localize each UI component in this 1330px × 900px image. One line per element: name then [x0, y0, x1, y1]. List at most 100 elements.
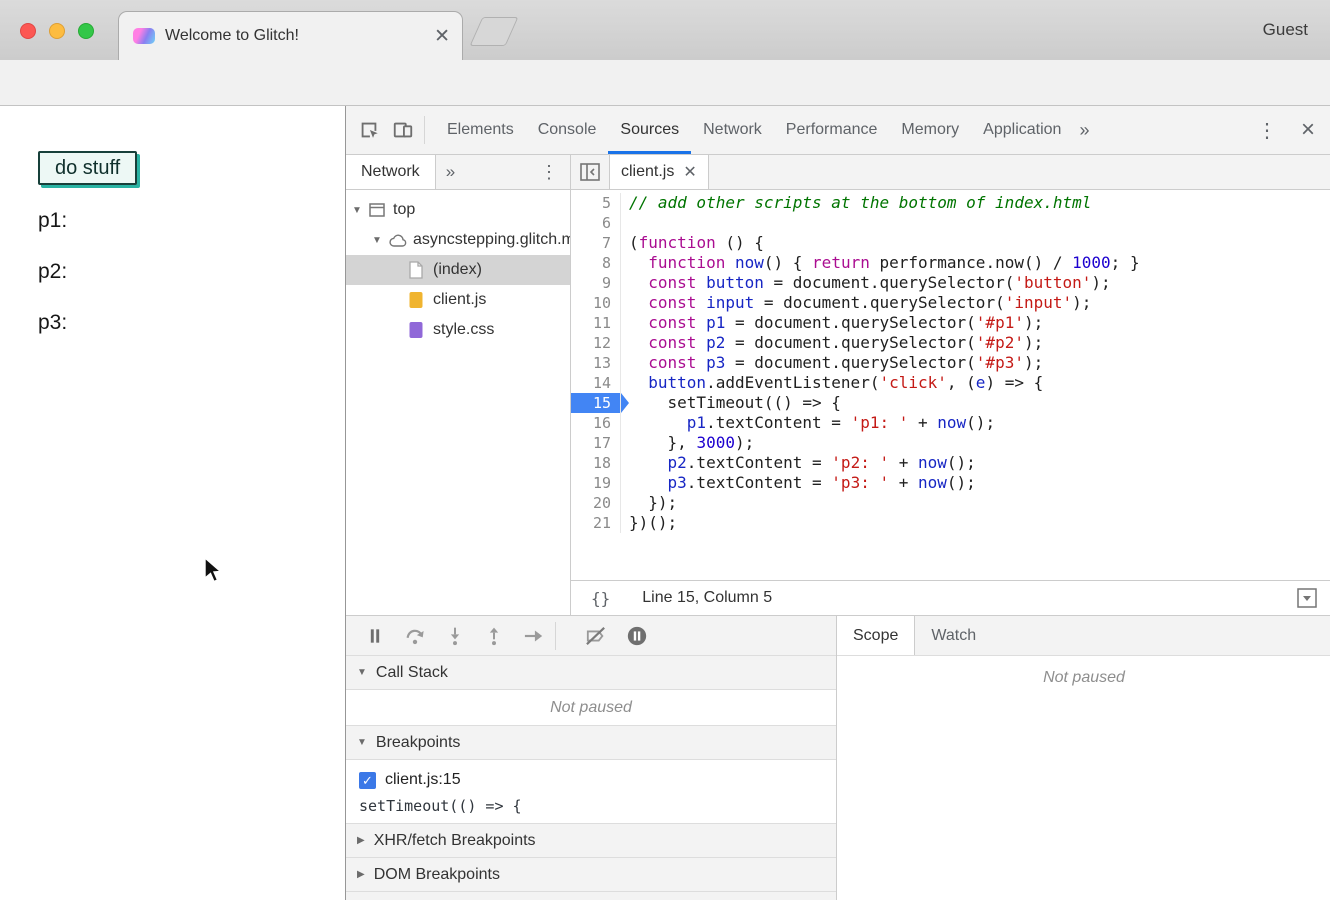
pretty-print-icon[interactable]: {}	[591, 589, 610, 608]
do-stuff-button[interactable]: do stuff	[38, 151, 137, 185]
code-line-row: 8 function now() { return performance.no…	[571, 253, 1330, 273]
breakpoint-checkbox[interactable]: ✓	[359, 772, 376, 789]
tree-item-label: asyncstepping.glitch.me	[413, 231, 570, 249]
zoom-window-button[interactable]	[78, 23, 94, 39]
deactivate-breakpoints-icon[interactable]	[585, 626, 607, 646]
gutter-line-number[interactable]: 18	[571, 453, 621, 473]
gutter-line-number[interactable]: 13	[571, 353, 621, 373]
devtools-tab-memory[interactable]: Memory	[889, 106, 971, 154]
section-header-global-listeners[interactable]: ▶Global Listeners	[346, 892, 836, 900]
devtools-tab-elements[interactable]: Elements	[435, 106, 526, 154]
glitch-favicon	[133, 28, 155, 44]
gutter-line-number[interactable]: 16	[571, 413, 621, 433]
devtools-tab-console[interactable]: Console	[526, 106, 609, 154]
scope-tabbar: ScopeWatch	[837, 616, 1330, 656]
scope-sidebar: ScopeWatch Not paused	[836, 615, 1330, 900]
section-header-call-stack[interactable]: ▼ Call Stack	[346, 656, 836, 690]
devtools-panel: ElementsConsoleSourcesNetworkPerformance…	[345, 106, 1330, 900]
toggle-navigator-icon[interactable]	[580, 163, 600, 181]
step-out-icon[interactable]	[484, 625, 504, 647]
close-window-button[interactable]	[20, 23, 36, 39]
chevron-down-icon: ▼	[357, 737, 367, 748]
debugger-sidebar: ▼ Call Stack Not paused ▼ Breakpoints ✓ …	[346, 615, 836, 900]
profile-label[interactable]: Guest	[1263, 20, 1308, 40]
devtools-tab-network[interactable]: Network	[691, 106, 774, 154]
gutter-line-number[interactable]: 20	[571, 493, 621, 513]
debugger-toolbar	[346, 616, 836, 656]
code-line-text: const p1 = document.querySelector('#p1')…	[621, 313, 1043, 333]
checkmark-icon: ✓	[362, 774, 373, 787]
sidebar-tab-scope[interactable]: Scope	[837, 616, 915, 655]
gutter-line-number[interactable]: 11	[571, 313, 621, 333]
tree-item-asyncstepping-glitch-me[interactable]: ▼asyncstepping.glitch.me	[346, 225, 570, 255]
devtools-tab-application[interactable]: Application	[971, 106, 1073, 154]
sources-navigator-pane: Network » ⋮ ▼top▼asyncstepping.glitch.me…	[346, 155, 571, 615]
pause-script-icon[interactable]	[365, 626, 385, 646]
code-line-text: });	[621, 493, 677, 513]
tree-item-index[interactable]: (index)	[346, 255, 570, 285]
gutter-line-number[interactable]: 10	[571, 293, 621, 313]
editor-tab-close-icon[interactable]: ✕	[683, 162, 696, 182]
tree-item-top[interactable]: ▼top	[346, 195, 570, 225]
tree-item-client-js[interactable]: client.js	[346, 285, 570, 315]
devtools-tab-sources[interactable]: Sources	[608, 106, 691, 154]
debugger-toolbar-separator	[555, 622, 556, 650]
script-icon	[409, 291, 431, 309]
code-line-text: })();	[621, 513, 677, 533]
sidebar-tab-watch[interactable]: Watch	[915, 616, 992, 655]
call-stack-label: Call Stack	[376, 664, 448, 682]
gutter-line-number[interactable]: 14	[571, 373, 621, 393]
breakpoint-marker[interactable]: 15	[571, 393, 621, 413]
code-line-text: }, 3000);	[621, 433, 754, 453]
code-line-text: const input = document.querySelector('in…	[621, 293, 1091, 313]
navigator-tab-network[interactable]: Network	[346, 155, 436, 189]
gutter-line-number[interactable]: 12	[571, 333, 621, 353]
code-line-row: 16 p1.textContent = 'p1: ' + now();	[571, 413, 1330, 433]
gutter-line-number[interactable]: 19	[571, 473, 621, 493]
inspect-element-icon[interactable]	[358, 119, 380, 141]
file-tree: ▼top▼asyncstepping.glitch.me(index)clien…	[346, 190, 570, 345]
editor-tab-client-js[interactable]: client.js ✕	[609, 155, 709, 189]
gutter-line-number[interactable]: 21	[571, 513, 621, 533]
editor-status-bar: {} Line 15, Column 5	[571, 580, 1330, 615]
code-line-row: 17 }, 3000);	[571, 433, 1330, 453]
code-line-text: p1.textContent = 'p1: ' + now();	[621, 413, 995, 433]
navigator-more-tabs-chevron-icon[interactable]: »	[446, 162, 455, 182]
section-header-dom-breakpoints[interactable]: ▶DOM Breakpoints	[346, 858, 836, 892]
gutter-line-number[interactable]: 7	[571, 233, 621, 253]
code-area[interactable]: 5// add other scripts at the bottom of i…	[571, 190, 1330, 580]
more-tabs-chevron-icon[interactable]: »	[1079, 120, 1089, 141]
minimize-window-button[interactable]	[49, 23, 65, 39]
pause-on-exceptions-icon[interactable]	[626, 625, 648, 647]
browser-toolbar: ← → ↻ Secure https://asyncstepping.glitc…	[0, 60, 1330, 106]
browser-tab[interactable]: Welcome to Glitch! ✕	[118, 11, 463, 60]
navigator-menu-icon[interactable]: ⋮	[540, 162, 558, 183]
device-toolbar-icon[interactable]	[392, 119, 414, 141]
paragraph-p1: p1:	[38, 209, 67, 233]
gutter-line-number[interactable]: 9	[571, 273, 621, 293]
expand-drawer-icon[interactable]	[1297, 588, 1317, 608]
devtools-close-icon[interactable]: ×	[1301, 118, 1315, 142]
gutter-line-number[interactable]: 6	[571, 213, 621, 233]
gutter-line-number[interactable]: 17	[571, 433, 621, 453]
devtools-menu-icon[interactable]: ⋮	[1257, 118, 1277, 143]
mouse-cursor	[203, 557, 225, 590]
breakpoint-entry[interactable]: ✓ client.js:15 setTimeout(() => {	[346, 760, 836, 824]
step-over-icon[interactable]	[404, 626, 426, 646]
code-line-text: (function () {	[621, 233, 764, 253]
code-line-text: const p2 = document.querySelector('#p2')…	[621, 333, 1043, 353]
gutter-line-number[interactable]: 8	[571, 253, 621, 273]
scope-empty-message: Not paused	[837, 669, 1330, 687]
section-header-breakpoints[interactable]: ▼ Breakpoints	[346, 726, 836, 760]
code-line-row: 14 button.addEventListener('click', (e) …	[571, 373, 1330, 393]
editor-pane: client.js ✕ 5// add other scripts at the…	[571, 155, 1330, 615]
new-tab-button[interactable]	[470, 17, 519, 46]
section-header-xhr-fetch-breakpoints[interactable]: ▶XHR/fetch Breakpoints	[346, 824, 836, 858]
gutter-line-number[interactable]: 5	[571, 193, 621, 213]
devtools-tab-performance[interactable]: Performance	[774, 106, 890, 154]
tree-item-style-css[interactable]: style.css	[346, 315, 570, 345]
code-line-row: 21})();	[571, 513, 1330, 533]
step-icon[interactable]	[523, 626, 545, 646]
tab-close-icon[interactable]: ✕	[434, 27, 450, 46]
step-into-icon[interactable]	[445, 625, 465, 647]
